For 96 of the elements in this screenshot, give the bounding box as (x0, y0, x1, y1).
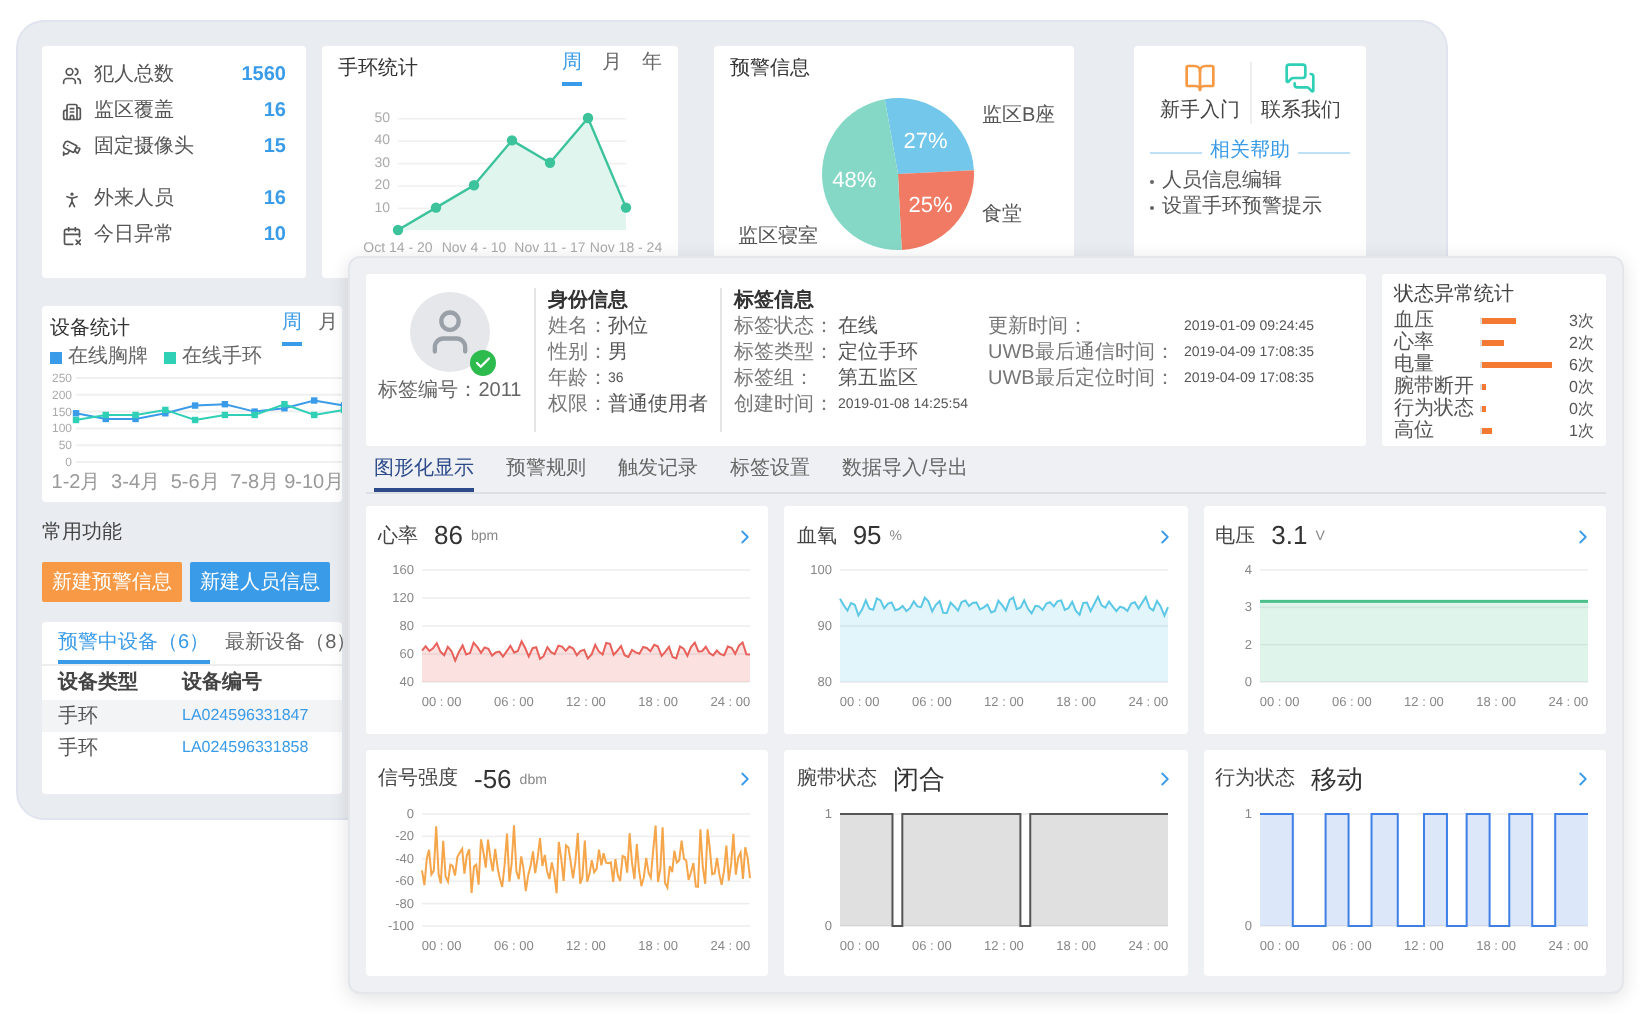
slice-label: 监区B座 (982, 104, 1056, 127)
tab[interactable]: 月 (318, 310, 338, 346)
monitor-value: 95 (852, 518, 882, 555)
axis-label: 3-4月 (111, 472, 160, 494)
field-value: 在线 (838, 314, 878, 340)
field-label: 权限： (548, 392, 608, 418)
monitor-value: -56 (474, 761, 512, 798)
field-label: 年龄： (548, 366, 608, 392)
tab[interactable]: 预警中设备（6） (58, 630, 210, 664)
row-count: 0次 (1569, 376, 1594, 398)
field-value: 第五监区 (838, 366, 918, 392)
section-title: 标签信息 (734, 288, 816, 314)
monitor-value: 移动 (1311, 761, 1364, 798)
table-cell-text: 手环 (58, 735, 100, 763)
row-label: 行为状态 (1394, 398, 1474, 420)
axis-label: 5-6月 (170, 472, 220, 494)
monitor-title: 腕带状态 (796, 765, 877, 794)
field-label: 性别： (548, 340, 608, 366)
monitor-title: 信号强度 (378, 765, 458, 794)
tab[interactable]: 预警规则 (506, 456, 586, 492)
stat-value: 16 (263, 98, 286, 124)
stat-label: 今日异常 (94, 222, 176, 248)
monitor-title: 行为状态 (1215, 765, 1296, 794)
tab[interactable]: 触发记录 (618, 456, 698, 492)
tab[interactable]: 周 (562, 50, 582, 86)
axis-label: 1-2月 (51, 472, 101, 494)
card-title: 设备统计 (50, 315, 130, 343)
stat-value: 1560 (241, 62, 286, 88)
row-label: 高位 (1394, 420, 1436, 442)
field-label: 创建时间： (734, 392, 836, 418)
table-cell-text: 手环 (58, 703, 100, 731)
column-header: 设备编号 (182, 669, 262, 698)
field-value: 男 (608, 340, 628, 366)
stat-value: 16 (263, 186, 286, 212)
tab[interactable]: 标签设置 (730, 456, 810, 492)
value-label: 27% (903, 129, 948, 154)
section-title: 相关帮助 (1210, 140, 1290, 164)
value-label: 25% (908, 193, 953, 218)
row-label: 血压 (1394, 310, 1436, 332)
row-count: 3次 (1569, 310, 1594, 332)
axis-label: 7-8月 (230, 472, 280, 494)
device-id-link[interactable]: LA024596331847 (182, 704, 309, 728)
monitor-value: 3.1 (1271, 518, 1308, 555)
help-link[interactable]: 设置手环预警提示 (1162, 194, 1322, 220)
stat-label: 外来人员 (94, 186, 176, 212)
field-value: 普通使用者 (608, 392, 708, 418)
card-title: 预警信息 (730, 58, 812, 82)
monitor-title: 心率 (378, 523, 418, 551)
field-value: 定位手环 (838, 340, 918, 366)
row-label: 心率 (1394, 332, 1436, 354)
field-label: 标签类型： (734, 340, 836, 366)
row-label: 电量 (1394, 354, 1435, 376)
field-label: 标签组： (734, 366, 816, 392)
tab[interactable]: 图形化显示 (374, 456, 474, 492)
axis-label: 9-10月 (284, 472, 342, 494)
value-label: 48% (832, 168, 877, 193)
monitor-value: 86 (434, 518, 463, 555)
help-link[interactable]: 人员信息编辑 (1162, 168, 1282, 194)
field-value: 孙位 (608, 314, 648, 340)
tab[interactable]: 周 (282, 310, 302, 346)
row-count: 6次 (1569, 354, 1594, 376)
tag-number: 标签编号：2011 (378, 380, 522, 404)
shortcut-label: 新手入门 (1159, 100, 1240, 124)
row-count: 1次 (1569, 420, 1594, 442)
field-label: UWB最后通信时间： (988, 340, 1177, 366)
card-title: 手环统计 (338, 55, 418, 83)
tab[interactable]: 月 (602, 50, 622, 86)
stat-value: 15 (263, 134, 286, 160)
stat-label: 监区覆盖 (94, 98, 176, 124)
card-title: 状态异常统计 (1394, 282, 1516, 310)
monitor-value: 闭合 (892, 761, 945, 798)
section-title: 身份信息 (548, 288, 630, 314)
row-count: 2次 (1569, 332, 1594, 354)
device-id-link[interactable]: LA024596331858 (182, 736, 309, 760)
tab[interactable]: 年 (642, 50, 662, 86)
legend-label: 在线胸牌 (68, 345, 148, 369)
field-label: UWB最后定位时间： (988, 366, 1177, 392)
section-title: 常用功能 (42, 522, 124, 546)
tab[interactable]: 最新设备（8） (225, 630, 357, 664)
column-header: 设备类型 (58, 669, 140, 698)
monitor-title: 血氧 (796, 523, 837, 551)
shortcut-label: 联系我们 (1260, 100, 1341, 124)
row-label: 腕带断开 (1394, 376, 1474, 398)
stat-label: 犯人总数 (94, 62, 176, 88)
legend-label: 在线手环 (182, 345, 262, 369)
field-label: 姓名： (548, 314, 608, 340)
stat-value: 10 (263, 222, 286, 248)
slice-label: 监区寝室 (738, 225, 818, 248)
row-count: 0次 (1569, 398, 1594, 420)
field-label: 标签状态： (734, 314, 836, 340)
field-label: 更新时间： (988, 314, 1090, 340)
slice-label: 食堂 (982, 203, 1022, 226)
tab[interactable]: 数据导入/导出 (842, 456, 968, 492)
monitor-title: 电压 (1215, 523, 1256, 551)
action-button[interactable]: 新建人员信息 (190, 562, 330, 602)
stat-label: 固定摄像头 (94, 134, 196, 160)
